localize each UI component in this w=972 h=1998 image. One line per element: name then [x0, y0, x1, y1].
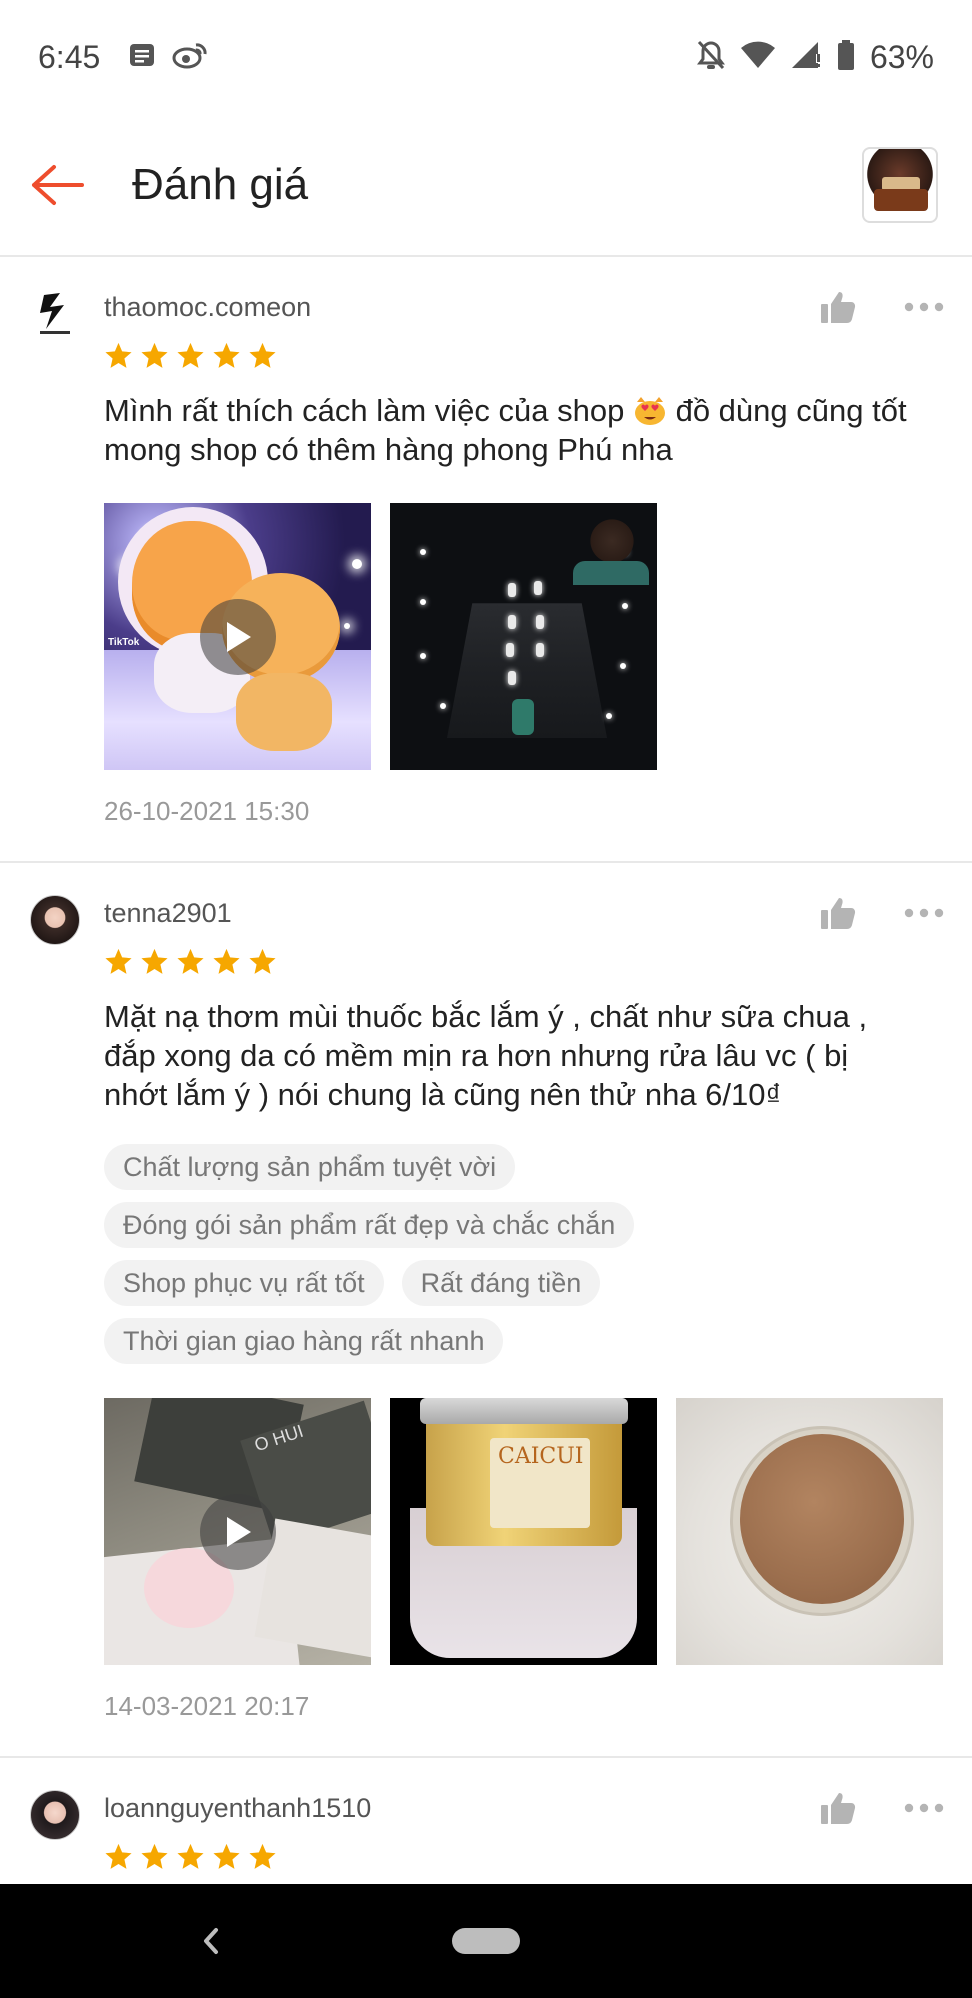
avatar[interactable]	[30, 895, 80, 945]
review-text: Mặt nạ thơm mùi thuốc bắc lắm ý , chất n…	[104, 997, 944, 1114]
review-media: O HUI CAICUI	[104, 1398, 944, 1665]
more-horizontal-icon	[904, 302, 944, 312]
more-options-button[interactable]	[904, 908, 944, 918]
like-button[interactable]	[820, 896, 856, 930]
signal-icon	[790, 40, 822, 75]
review-text: Mình rất thích cách làm việc của shop đồ…	[104, 391, 944, 469]
avatar[interactable]	[30, 289, 80, 339]
review-media: TikTok	[104, 503, 944, 770]
review-image[interactable]: CAICUI	[390, 1398, 657, 1665]
star-icon	[176, 341, 205, 370]
review-tag: Rất đáng tiền	[402, 1260, 601, 1306]
star-icon	[248, 341, 277, 370]
play-icon[interactable]	[200, 599, 276, 675]
nav-home-pill[interactable]	[452, 1928, 520, 1954]
thumbs-up-icon	[820, 896, 856, 930]
battery-icon	[836, 39, 856, 76]
star-icon	[248, 1842, 277, 1871]
reviewer-username: loannguyenthanh1510	[104, 1793, 371, 1824]
message-icon	[128, 41, 156, 74]
product-label: CAICUI	[498, 1444, 583, 1469]
product-thumbnail[interactable]	[862, 147, 938, 223]
app-header: Đánh giá	[0, 115, 972, 257]
review-tag: Thời gian giao hàng rất nhanh	[104, 1318, 503, 1364]
star-icon	[104, 947, 133, 976]
review-date: 14-03-2021 20:17	[104, 1691, 944, 1722]
play-icon[interactable]	[200, 1494, 276, 1570]
tiktok-badge: TikTok	[108, 637, 139, 648]
review-tag: Chất lượng sản phẩm tuyệt vời	[104, 1144, 515, 1190]
mute-icon	[696, 39, 726, 76]
review-item: tenna2901 Mặt nạ thơm mùi thuốc bắc lắm …	[0, 863, 972, 1758]
star-icon	[104, 1842, 133, 1871]
system-nav-bar	[0, 1884, 972, 1998]
avatar[interactable]	[30, 1790, 80, 1840]
chevron-left-icon	[196, 1922, 226, 1960]
review-date: 26-10-2021 15:30	[104, 796, 944, 827]
back-button[interactable]	[28, 156, 86, 214]
review-tags: Chất lượng sản phẩm tuyệt vời Đóng gói s…	[104, 1144, 884, 1364]
star-icon	[140, 341, 169, 370]
arrow-left-icon	[30, 163, 84, 207]
review-item: thaomoc.comeon Mình rất thích cách làm v…	[0, 257, 972, 863]
more-horizontal-icon	[904, 1803, 944, 1813]
star-icon	[212, 341, 241, 370]
status-bar: 6:45 63%	[0, 0, 972, 115]
review-tag: Shop phục vụ rất tốt	[104, 1260, 384, 1306]
more-options-button[interactable]	[904, 1803, 944, 1813]
star-rating	[104, 341, 944, 371]
review-list: thaomoc.comeon Mình rất thích cách làm v…	[0, 257, 972, 1906]
status-time: 6:45	[38, 39, 100, 76]
wifi-icon	[740, 40, 776, 75]
star-icon	[140, 947, 169, 976]
more-options-button[interactable]	[904, 302, 944, 312]
star-icon	[176, 1842, 205, 1871]
review-tag: Đóng gói sản phẩm rất đẹp và chắc chắn	[104, 1202, 634, 1248]
star-icon	[248, 947, 277, 976]
star-icon	[212, 1842, 241, 1871]
like-button[interactable]	[820, 1791, 856, 1825]
thumbs-up-icon	[820, 290, 856, 324]
star-rating	[104, 947, 944, 977]
review-video[interactable]: O HUI	[104, 1398, 371, 1665]
star-icon	[140, 1842, 169, 1871]
like-button[interactable]	[820, 290, 856, 324]
nav-back-button[interactable]	[196, 1922, 226, 1960]
battery-percent: 63%	[870, 39, 934, 76]
star-icon	[176, 947, 205, 976]
weibo-icon	[172, 41, 208, 74]
star-icon	[104, 341, 133, 370]
star-icon	[212, 947, 241, 976]
review-image[interactable]	[390, 503, 657, 770]
reviewer-username: thaomoc.comeon	[104, 292, 311, 323]
thumbs-up-icon	[820, 1791, 856, 1825]
page-title: Đánh giá	[132, 160, 308, 210]
heart-eyes-cat-emoji	[633, 396, 667, 426]
review-video[interactable]: TikTok	[104, 503, 371, 770]
more-horizontal-icon	[904, 908, 944, 918]
review-image[interactable]	[676, 1398, 943, 1665]
reviewer-username: tenna2901	[104, 898, 232, 929]
star-rating	[104, 1842, 944, 1872]
